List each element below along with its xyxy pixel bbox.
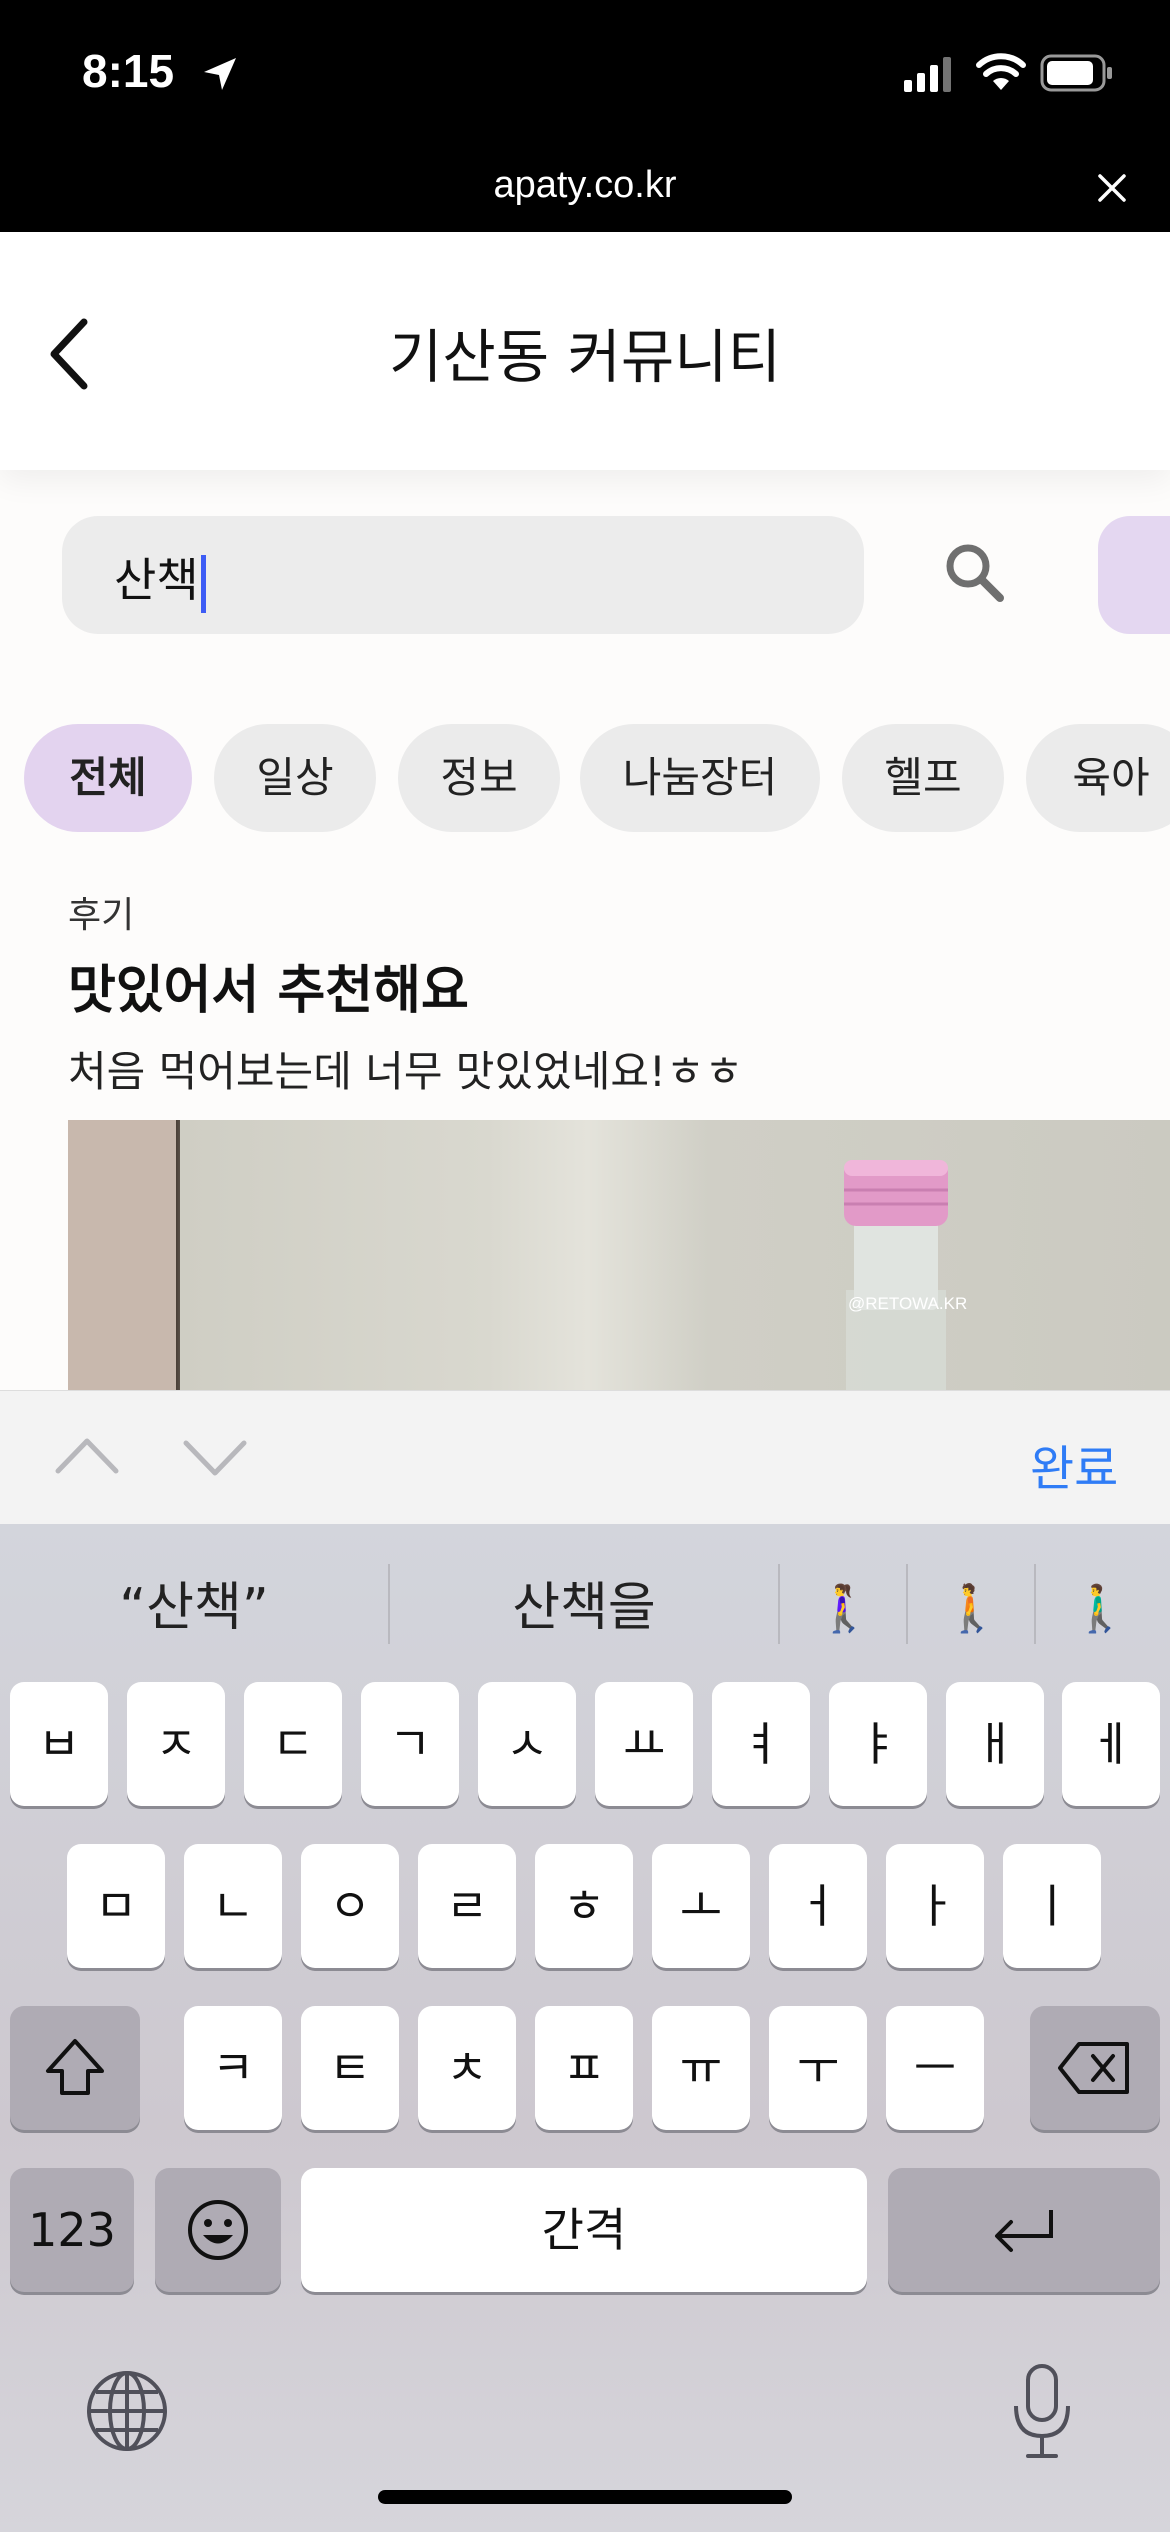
- emoji-key[interactable]: [155, 2168, 281, 2292]
- key[interactable]: ㅜ: [769, 2006, 867, 2130]
- chip-market[interactable]: 나눔장터: [580, 724, 820, 832]
- prediction-divider: [1034, 1564, 1036, 1644]
- location-arrow-icon: [204, 58, 236, 90]
- key[interactable]: ㅣ: [1003, 1844, 1101, 1968]
- key[interactable]: ㄱ: [361, 1682, 459, 1806]
- key[interactable]: ㄷ: [244, 1682, 342, 1806]
- key[interactable]: ㅡ: [886, 2006, 984, 2130]
- backspace-key[interactable]: [1030, 2006, 1160, 2130]
- key[interactable]: ㅓ: [769, 1844, 867, 1968]
- key[interactable]: ㅐ: [946, 1682, 1044, 1806]
- close-icon[interactable]: [1096, 172, 1128, 204]
- chip-all[interactable]: 전체: [24, 724, 192, 832]
- key[interactable]: ㅁ: [67, 1844, 165, 1968]
- image-watermark: @RETOWA.KR: [848, 1294, 968, 1313]
- key[interactable]: ㅂ: [10, 1682, 108, 1806]
- browser-url: apaty.co.kr: [493, 164, 677, 206]
- emoji-prediction-woman-walking[interactable]: 🚶‍♀️: [782, 1568, 906, 1648]
- write-post-button[interactable]: [1098, 516, 1170, 634]
- key[interactable]: ㅇ: [301, 1844, 399, 1968]
- backspace-icon: [1058, 2042, 1129, 2094]
- page-title: 기산동 커뮤니티: [389, 323, 781, 391]
- wifi-icon: [976, 53, 1026, 90]
- prediction-quoted[interactable]: “산책”: [0, 1568, 388, 1648]
- search-input-value: 산책: [114, 553, 199, 607]
- done-button[interactable]: 완료: [1030, 1429, 1118, 1499]
- cellular-signal-icon: [904, 57, 951, 92]
- text-caret: [200, 554, 206, 613]
- key[interactable]: ㅅ: [478, 1682, 576, 1806]
- emoji-face-icon: [188, 2200, 248, 2260]
- status-bar: 8:15: [0, 0, 1170, 150]
- bottle-illustration: [844, 1160, 948, 1390]
- key[interactable]: ㅗ: [652, 1844, 750, 1968]
- shift-arrow-icon: [46, 2039, 104, 2095]
- key[interactable]: ㅎ: [535, 1844, 633, 1968]
- search-input[interactable]: 산책: [62, 516, 864, 634]
- key[interactable]: ㅈ: [127, 1682, 225, 1806]
- key[interactable]: ㄴ: [184, 1844, 282, 1968]
- key[interactable]: ㅌ: [301, 2006, 399, 2130]
- chip-help[interactable]: 헬프: [842, 724, 1004, 832]
- post-image[interactable]: @RETOWA.KR: [68, 1120, 1170, 1390]
- chip-info[interactable]: 정보: [398, 724, 560, 832]
- browser-url-bar: apaty.co.kr: [0, 150, 1170, 232]
- chip-parenting[interactable]: 육아: [1026, 724, 1170, 832]
- space-key[interactable]: 간격: [301, 2168, 867, 2292]
- key[interactable]: ㅕ: [712, 1682, 810, 1806]
- post-category: 후기: [68, 895, 135, 936]
- chip-daily[interactable]: 일상: [214, 724, 376, 832]
- page-header: 기산동 커뮤니티: [0, 232, 1170, 470]
- key[interactable]: ㅔ: [1062, 1682, 1160, 1806]
- previous-field-icon[interactable]: [52, 1431, 122, 1481]
- microphone-icon[interactable]: [1010, 2362, 1074, 2462]
- key[interactable]: ㅋ: [184, 2006, 282, 2130]
- emoji-prediction-person-walking[interactable]: 🚶: [910, 1568, 1034, 1648]
- emoji-prediction-man-walking[interactable]: 🚶‍♂️: [1038, 1568, 1162, 1648]
- key[interactable]: ㅑ: [829, 1682, 927, 1806]
- next-field-icon[interactable]: [180, 1433, 250, 1483]
- search-icon[interactable]: [940, 538, 1010, 608]
- numbers-key[interactable]: 123: [10, 2168, 134, 2292]
- prediction-suggestion[interactable]: 산책을: [390, 1568, 778, 1648]
- return-arrow-icon: [995, 2210, 1053, 2252]
- post-body: 처음 먹어보는데 너무 맛있었네요!ㅎㅎ: [68, 1047, 744, 1096]
- key[interactable]: ㅏ: [886, 1844, 984, 1968]
- globe-icon[interactable]: [84, 2368, 170, 2454]
- key[interactable]: ㅠ: [652, 2006, 750, 2130]
- battery-icon: [1040, 54, 1112, 92]
- key[interactable]: ㅛ: [595, 1682, 693, 1806]
- home-indicator[interactable]: [378, 2490, 792, 2504]
- prediction-divider: [778, 1564, 780, 1644]
- keyboard-accessory-bar: 완료: [0, 1390, 1170, 1525]
- keyboard: “산책” 산책을 🚶‍♀️ 🚶 🚶‍♂️ ㅂ ㅈ ㄷ ㄱ ㅅ ㅛ ㅕ ㅑ ㅐ ㅔ…: [0, 1524, 1170, 2532]
- return-key[interactable]: [888, 2168, 1160, 2292]
- key[interactable]: ㅊ: [418, 2006, 516, 2130]
- key[interactable]: ㅍ: [535, 2006, 633, 2130]
- shift-key[interactable]: [10, 2006, 140, 2130]
- prediction-divider: [906, 1564, 908, 1644]
- post-title[interactable]: 맛있어서 추천해요: [68, 948, 469, 1023]
- key[interactable]: ㄹ: [418, 1844, 516, 1968]
- status-time: 8:15: [82, 45, 175, 97]
